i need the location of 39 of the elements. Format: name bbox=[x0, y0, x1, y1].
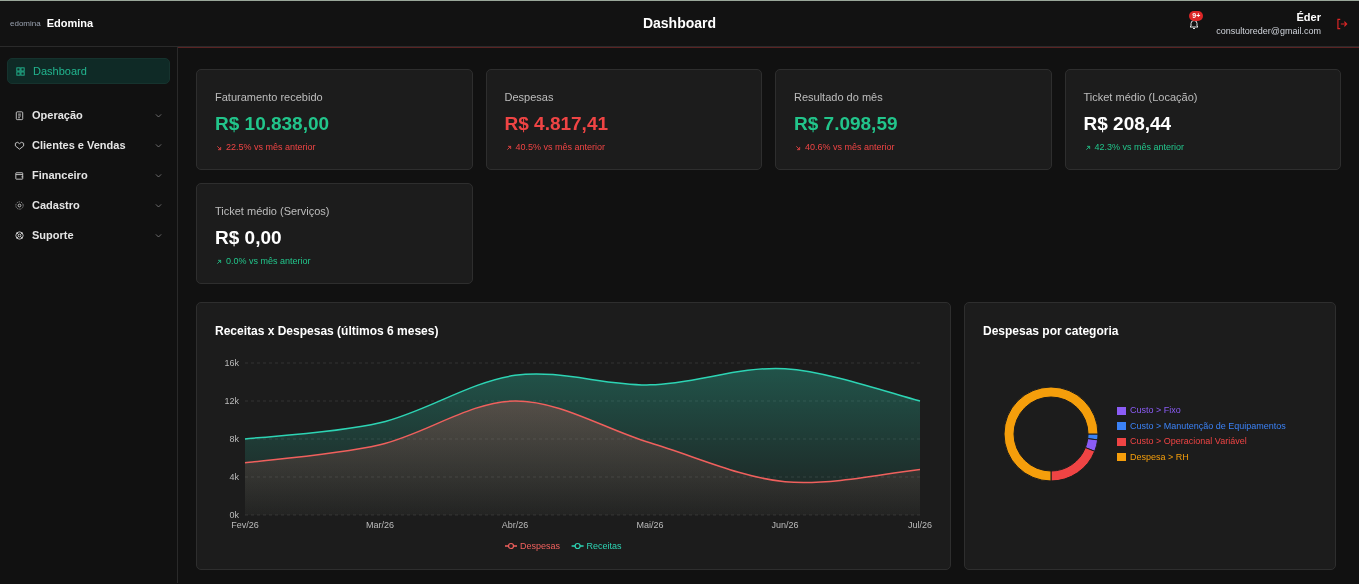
axis-tick-label: Fev/26 bbox=[231, 520, 259, 530]
legend-label: Despesa > RH bbox=[1130, 450, 1189, 464]
kpi-value: R$ 10.838,00 bbox=[215, 111, 331, 136]
kpi-change: 22.5% vs mês anterior bbox=[226, 141, 316, 154]
kpi-label: Resultado do mês bbox=[794, 90, 884, 105]
axis-tick-label: Mai/26 bbox=[636, 520, 664, 530]
kpi-change: 42.3% vs mês anterior bbox=[1094, 141, 1185, 154]
axis-tick-label: 16k bbox=[224, 358, 239, 368]
kpi-value: R$ 0,00 bbox=[215, 225, 283, 250]
axis-tick-label: Mar/26 bbox=[366, 520, 394, 530]
kpi-value: R$ 7.098,59 bbox=[794, 111, 899, 136]
legend-label: Despesas bbox=[520, 541, 561, 551]
axis-tick-label: Abr/26 bbox=[501, 520, 529, 530]
axis-tick-label: 8k bbox=[229, 434, 239, 444]
legend-label: Receitas bbox=[586, 541, 622, 551]
chart-title: Despesas por categoria bbox=[983, 323, 1120, 340]
kpi-value: R$ 208,44 bbox=[1083, 111, 1173, 136]
legend-label: Custo > Fixo bbox=[1130, 404, 1181, 417]
chart-title: Receitas x Despesas (últimos 6 meses) bbox=[214, 323, 440, 340]
axis-tick-label: Jul/26 bbox=[908, 520, 932, 530]
kpi-label: Despesas bbox=[504, 90, 555, 105]
user-email: consultoreder@gmail.com bbox=[1216, 25, 1321, 38]
kpi-label: Ticket médio (Serviços) bbox=[215, 204, 331, 219]
kpi-change: 40.6% vs mês anterior bbox=[805, 141, 895, 154]
logo-text: edomina bbox=[10, 17, 41, 30]
axis-tick-label: 4k bbox=[229, 472, 239, 482]
axis-tick-label: Jun/26 bbox=[771, 520, 799, 530]
axis-tick-label: 0k bbox=[229, 510, 239, 520]
brand-name: Edomina bbox=[46, 16, 94, 32]
kpi-change: 0.0% vs mês anterior bbox=[226, 255, 311, 268]
kpi-label: Faturamento recebido bbox=[215, 90, 324, 105]
kpi-label: Ticket médio (Locação) bbox=[1083, 90, 1199, 105]
axis-tick-label: 12k bbox=[224, 396, 239, 406]
kpi-value: R$ 4.817,41 bbox=[504, 111, 610, 136]
page-title: Dashboard bbox=[642, 14, 717, 33]
legend-label: Custo > Manutenção de Equipamentos bbox=[1130, 419, 1286, 433]
kpi-change: 40.5% vs mês anterior bbox=[515, 141, 606, 154]
legend-label: Custo > Operacional Variável bbox=[1130, 435, 1247, 448]
user-name: Éder bbox=[1296, 9, 1321, 25]
